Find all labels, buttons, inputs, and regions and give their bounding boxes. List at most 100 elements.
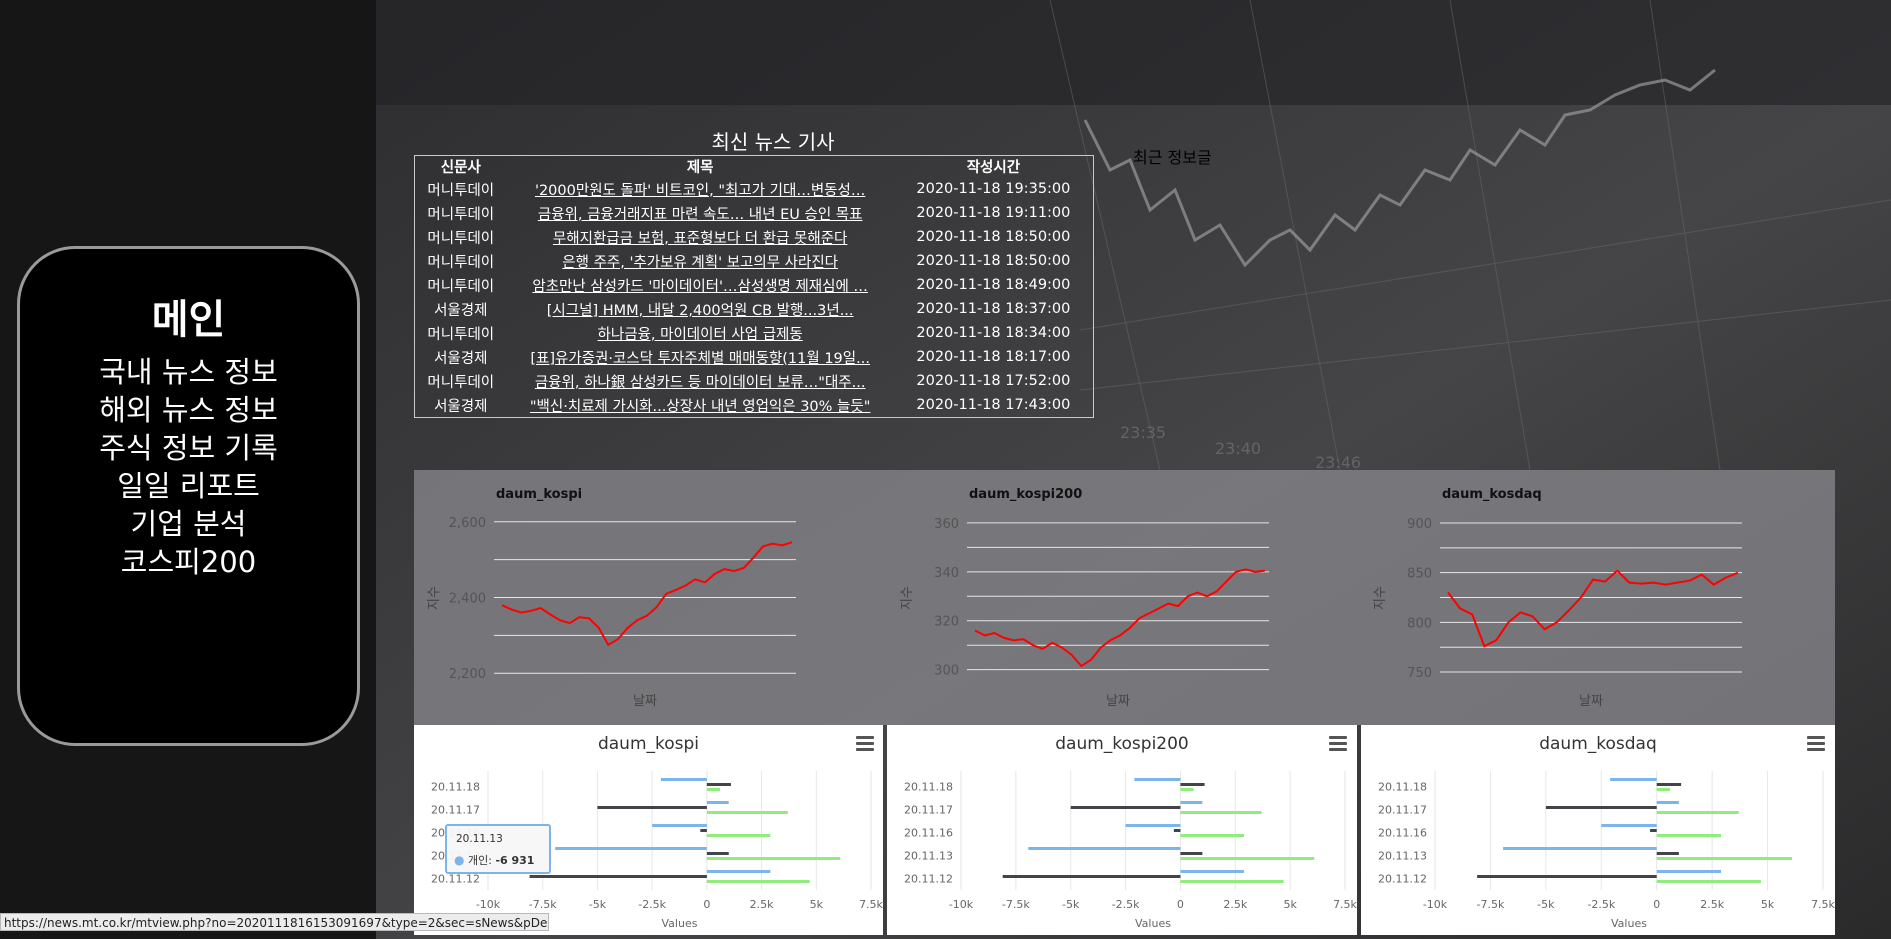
- bar-mark: [1656, 834, 1722, 837]
- menu-item-company-analysis[interactable]: 기업 분석: [20, 505, 357, 543]
- cell-time: 2020-11-18 18:37:00: [916, 301, 1071, 317]
- bar-mark: [1650, 829, 1657, 832]
- kospi200-line-chart: daum_kospi200 300 320 340 360 지수날짜: [900, 487, 1269, 709]
- bar-mark: [1656, 852, 1679, 855]
- cell-title: '2000만원도 돌파' 비트코인, "최고가 기대…변동성…: [507, 177, 894, 201]
- menu-item-foreign-news[interactable]: 해외 뉴스 정보: [20, 391, 357, 429]
- menu-title[interactable]: 메인: [20, 287, 357, 345]
- kospi-line-chart: daum_kospi 2,200 2,400 2,600 지수날짜: [427, 487, 796, 709]
- x-tick-label: -2.5k: [638, 898, 666, 911]
- cell-title: "백신·치료제 가시화...상장사 내년 영업익은 30% 늘듯": [507, 393, 894, 418]
- y-tick-label: 2,200: [449, 667, 486, 682]
- bar-mark: [1656, 783, 1682, 786]
- y-category-label: 20.11.18: [1378, 781, 1427, 794]
- y-category-label: 20.11.18: [431, 781, 480, 794]
- y-category-label: 20.11.13: [1378, 850, 1427, 863]
- bar-mark: [1656, 880, 1761, 883]
- y-category-label: 20.11.17: [904, 804, 953, 817]
- news-title-link[interactable]: 하나금융, 마이데이터 사업 급제동: [598, 327, 803, 343]
- news-title-link[interactable]: 금융위, 금융거래지표 마련 속도… 내년 EU 승인 목표: [538, 207, 863, 223]
- x-tick-label: 0: [1653, 898, 1660, 911]
- circle-marker-icon: ●: [454, 853, 465, 867]
- kosdaq-bar-chart: daum_kosdaq -10k -7.5k -5k -2.5k 0 2.5k 5k 7.5k V…: [1378, 734, 1835, 930]
- x-axis-label: Values: [1135, 917, 1171, 930]
- menu-list: 국내 뉴스 정보 해외 뉴스 정보 주식 정보 기록 일일 리포트 기업 분석 …: [20, 353, 357, 581]
- bar-mark: [1180, 801, 1203, 804]
- table-row: 머니투데이 무해지환급금 보험, 표준형보다 더 환급 못해준다 2020-11-1…: [415, 225, 1094, 249]
- y-axis-label: 지수: [427, 586, 442, 610]
- bar-mark: [700, 829, 707, 832]
- x-tick-label: 7.5k: [859, 898, 883, 911]
- table-row: 머니투데이 은행 주주, '추가보유 계획' 보고의무 사라진다 2020-11-1…: [415, 249, 1094, 273]
- cell-title: [시그널] HMM, 내달 2,400억원 CB 발행...3년...: [507, 297, 894, 321]
- menu-item-domestic-news[interactable]: 국내 뉴스 정보: [20, 353, 357, 391]
- bar-mark: [1180, 880, 1284, 883]
- cell-publisher: 머니투데이: [427, 182, 495, 199]
- bar-mark: [1180, 783, 1205, 786]
- y-tick-label: 300: [934, 664, 959, 679]
- y-tick-label: 750: [1407, 666, 1432, 681]
- tooltip-value: -6 931: [495, 854, 535, 867]
- x-tick-label: 0: [1177, 898, 1184, 911]
- news-title-link[interactable]: '2000만원도 돌파' 비트코인, "최고가 기대…변동성…: [535, 183, 865, 199]
- bar-mark: [1180, 870, 1245, 873]
- y-category-label: 20.11.18: [904, 781, 953, 794]
- table-row: 머니투데이 암초만난 삼성카드 '마이데이터'…삼성생명 제재심에 … 2020-1…: [415, 273, 1094, 297]
- bar-mark: [706, 788, 720, 791]
- cell-title: 금융위, 금융거래지표 마련 속도… 내년 EU 승인 목표: [507, 201, 894, 225]
- cell-title: 금융위, 하나銀 삼성카드 등 마이데이터 보류…"대주...: [507, 369, 894, 393]
- bar-mark: [1028, 847, 1181, 850]
- cell-title: 암초만난 삼성카드 '마이데이터'…삼성생명 제재심에 …: [507, 273, 894, 297]
- bar-mark: [555, 847, 707, 850]
- news-title-link[interactable]: [표]유가증권·코스닥 투자주체별 매매동향(11월 19일...: [530, 351, 870, 367]
- x-axis-label: 날짜: [633, 694, 657, 709]
- y-tick-label: 320: [934, 615, 959, 630]
- bar-chart-title: daum_kosdaq: [1539, 734, 1657, 754]
- menu-item-kospi200[interactable]: 코스피200: [20, 543, 357, 581]
- x-tick-label: -10k: [949, 898, 974, 911]
- news-title-link[interactable]: "백신·치료제 가시화...상장사 내년 영업익은 30% 늘듯": [530, 399, 871, 415]
- y-category-label: 20.11.16: [1378, 827, 1427, 840]
- bar-mark: [1180, 834, 1245, 837]
- bar-mark: [1503, 847, 1657, 850]
- column-header-time: 작성시간: [966, 160, 1021, 176]
- bar-mark: [1656, 857, 1792, 860]
- bar-mark: [706, 880, 810, 883]
- bar-mark: [1180, 788, 1194, 791]
- news-table: 신문사 제목 작성시간 머니투데이 '2000만원도 돌파' 비트코인, "최고가…: [414, 155, 1094, 418]
- y-axis-label: 지수: [900, 586, 915, 610]
- cell-publisher: 서울경제: [434, 302, 488, 319]
- bar-mark: [1656, 788, 1671, 791]
- chart-tooltip: 20.11.13 ● 개인: -6 931: [445, 824, 551, 874]
- cell-publisher: 머니투데이: [427, 326, 495, 343]
- column-header-title: 제목: [686, 160, 714, 176]
- bar-mark: [1601, 824, 1657, 827]
- table-row: 서울경제 [시그널] HMM, 내달 2,400억원 CB 발행...3년... 2…: [415, 297, 1094, 321]
- cell-publisher: 서울경제: [434, 350, 488, 367]
- recent-posts-label: 최근 정보글: [1133, 148, 1212, 167]
- news-title-link[interactable]: 무해지환급금 보험, 표준형보다 더 환급 못해준다: [553, 231, 847, 247]
- news-title-link[interactable]: [시그널] HMM, 내달 2,400억원 CB 발행...3년...: [547, 303, 854, 319]
- menu-item-daily-report[interactable]: 일일 리포트: [20, 467, 357, 505]
- news-section-title: 최신 뉴스 기사: [711, 130, 835, 154]
- y-category-label: 20.11.17: [431, 804, 480, 817]
- index-series-line: [1447, 569, 1739, 648]
- news-title-link[interactable]: 은행 주주, '추가보유 계획' 보고의무 사라진다: [562, 255, 838, 271]
- index-series-line: [974, 568, 1266, 668]
- x-tick-label: -2.5k: [1587, 898, 1615, 911]
- chart-menu-hamburger-icon[interactable]: [1329, 736, 1347, 752]
- cell-time: 2020-11-18 19:11:00: [916, 205, 1071, 221]
- x-tick-label: 7.5k: [1811, 898, 1835, 911]
- bar-mark: [706, 857, 841, 860]
- y-tick-label: 850: [1407, 567, 1432, 582]
- news-title-link[interactable]: 암초만난 삼성카드 '마이데이터'…삼성생명 제재심에 …: [532, 279, 868, 295]
- y-tick-label: 800: [1407, 616, 1432, 631]
- news-title-link[interactable]: 금융위, 하나銀 삼성카드 등 마이데이터 보류…"대주...: [535, 375, 866, 391]
- bar-mark: [1125, 824, 1181, 827]
- chart-menu-hamburger-icon[interactable]: [856, 736, 874, 752]
- bar-mark: [1656, 870, 1722, 873]
- chart-menu-hamburger-icon[interactable]: [1807, 736, 1825, 752]
- menu-item-stock-records[interactable]: 주식 정보 기록: [20, 429, 357, 467]
- x-tick-label: 2.5k: [750, 898, 774, 911]
- x-tick-label: 5k: [1283, 898, 1297, 911]
